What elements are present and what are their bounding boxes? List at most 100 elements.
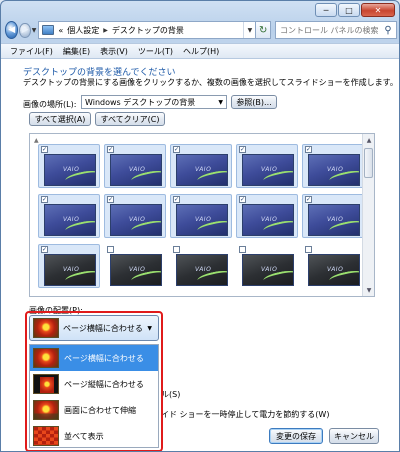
wallpaper-image: VAIO — [110, 254, 162, 286]
breadcrumb-chevron-icon[interactable]: ▶ — [103, 27, 108, 34]
minimize-button[interactable]: ─ — [315, 3, 337, 17]
control-panel-icon — [42, 25, 55, 35]
fill-preview-icon — [33, 318, 59, 338]
position-option-label: 並べて表示 — [64, 431, 104, 441]
thumbnail-checkbox[interactable] — [173, 246, 180, 253]
wallpaper-thumbnail[interactable]: ✓ VAIO — [38, 244, 100, 288]
position-selected-value: ページ横幅に合わせる — [63, 323, 143, 333]
wallpaper-image: VAIO — [176, 154, 228, 186]
vertical-scrollbar[interactable]: ▲ ▼ — [362, 134, 374, 296]
wallpaper-thumbnail[interactable]: VAIO — [104, 244, 166, 288]
location-select[interactable]: Windows デスクトップの背景 ▼ — [81, 95, 227, 109]
thumbnail-checkbox[interactable] — [305, 246, 312, 253]
back-button[interactable]: ◀ — [5, 21, 19, 39]
menu-bar: ファイル(F) 編集(E) 表示(V) ツール(T) ヘルプ(H) — [1, 43, 399, 59]
thumbnail-checkbox[interactable]: ✓ — [173, 196, 180, 203]
thumbnail-checkbox[interactable]: ✓ — [41, 246, 48, 253]
chevron-down-icon: ▼ — [218, 98, 223, 106]
menu-view[interactable]: 表示(V) — [95, 46, 133, 57]
wallpaper-thumbnail[interactable]: ✓ VAIO — [170, 194, 232, 238]
wallpaper-thumbnail[interactable]: ✓ VAIO — [38, 194, 100, 238]
scroll-down-icon[interactable]: ▼ — [363, 284, 374, 296]
thumbnail-checkbox[interactable]: ✓ — [305, 196, 312, 203]
wallpaper-image: VAIO — [242, 154, 294, 186]
location-value: Windows デスクトップの背景 — [85, 97, 196, 107]
thumbnail-checkbox[interactable] — [239, 246, 246, 253]
stretch-preview-icon — [33, 400, 59, 420]
content-area: デスクトップの背景を選んでください デスクトップの背景にする画像をクリックするか… — [1, 59, 399, 451]
chevron-down-icon: ▼ — [147, 324, 152, 332]
wallpaper-image: VAIO — [242, 254, 294, 286]
thumbnail-checkbox[interactable]: ✓ — [239, 146, 246, 153]
position-option-label: ページ縦幅に合わせる — [64, 379, 144, 389]
page-description: デスクトップの背景にする画像をクリックするか、複数の画像を選択してスライドショー… — [23, 78, 398, 87]
thumbnail-checkbox[interactable]: ✓ — [41, 196, 48, 203]
wallpaper-thumbnail[interactable]: VAIO — [170, 244, 232, 288]
search-input[interactable] — [280, 25, 380, 35]
cancel-button[interactable]: キャンセル — [329, 428, 379, 444]
address-bar[interactable]: « 個人設定 ▶ デスクトップの背景 ▼ — [38, 21, 257, 39]
wallpaper-thumbnail[interactable]: ✓ VAIO — [302, 194, 364, 238]
shuffle-option-fragment: ル(S) — [161, 390, 181, 399]
battery-option-fragment: イド ショーを一時停止して電力を節約する(W) — [161, 410, 330, 419]
position-option-tile[interactable]: 並べて表示 — [30, 423, 158, 449]
browse-button[interactable]: 参照(B)... — [231, 95, 277, 109]
wallpaper-image: VAIO — [44, 204, 96, 236]
window-controls: ─ □ ✕ — [315, 3, 395, 17]
search-box[interactable]: ⚲ — [275, 21, 397, 39]
wallpaper-image: VAIO — [176, 254, 228, 286]
thumbnail-checkbox[interactable]: ✓ — [107, 196, 114, 203]
menu-tools[interactable]: ツール(T) — [133, 46, 178, 57]
wallpaper-thumbnail[interactable]: ✓ VAIO — [236, 144, 298, 188]
clear-all-button[interactable]: すべてクリア(C) — [95, 112, 165, 126]
wallpaper-thumbnail[interactable]: VAIO — [236, 244, 298, 288]
wallpaper-thumbnail[interactable]: ✓ VAIO — [38, 144, 100, 188]
scroll-thumb[interactable] — [364, 148, 373, 178]
breadcrumb-desktop-background[interactable]: デスクトップの背景 — [112, 25, 184, 36]
address-overflow[interactable]: « — [58, 26, 63, 35]
select-all-button[interactable]: すべて選択(A) — [29, 112, 91, 126]
thumbnail-checkbox[interactable]: ✓ — [107, 146, 114, 153]
recent-pages-dropdown-icon[interactable]: ▼ — [32, 27, 37, 34]
thumbnail-checkbox[interactable]: ✓ — [239, 196, 246, 203]
fit-preview-icon — [33, 374, 59, 394]
thumbnail-checkbox[interactable]: ✓ — [173, 146, 180, 153]
position-option-stretch[interactable]: 画面に合わせて伸縮 — [30, 397, 158, 423]
wallpaper-image: VAIO — [110, 204, 162, 236]
wallpaper-thumbnail[interactable]: VAIO — [302, 244, 364, 288]
position-option-fill[interactable]: ページ横幅に合わせる — [30, 345, 158, 371]
maximize-button[interactable]: □ — [338, 3, 360, 17]
image-gallery: ▲ ✓ VAIO ✓ VAIO ✓ VAIO ✓ VAIO ✓ VAIO ✓ VAIO ✓ VAIO ✓ VA… — [29, 133, 375, 297]
forward-button[interactable]: ▶ — [19, 22, 31, 38]
save-changes-button[interactable]: 変更の保存 — [269, 428, 323, 444]
refresh-button[interactable]: ↻ — [256, 21, 271, 39]
position-dropdown-list: ページ横幅に合わせる ページ縦幅に合わせる 画面に合わせて伸縮 並べて表示 — [29, 344, 159, 448]
collapse-group-icon[interactable]: ▲ — [34, 137, 39, 144]
thumbnail-checkbox[interactable]: ✓ — [41, 146, 48, 153]
wallpaper-thumbnail[interactable]: ✓ VAIO — [302, 144, 364, 188]
wallpaper-image: VAIO — [44, 254, 96, 286]
thumbnail-checkbox[interactable] — [107, 246, 114, 253]
location-label: 画像の場所(L): — [23, 100, 77, 109]
wallpaper-image: VAIO — [176, 204, 228, 236]
wallpaper-thumbnail[interactable]: ✓ VAIO — [104, 194, 166, 238]
scroll-up-icon[interactable]: ▲ — [363, 134, 374, 146]
wallpaper-thumbnail[interactable]: ✓ VAIO — [170, 144, 232, 188]
wallpaper-thumbnail[interactable]: ✓ VAIO — [104, 144, 166, 188]
menu-file[interactable]: ファイル(F) — [5, 46, 58, 57]
address-dropdown-icon[interactable]: ▼ — [243, 22, 255, 38]
menu-edit[interactable]: 編集(E) — [58, 46, 95, 57]
thumbnail-checkbox[interactable]: ✓ — [305, 146, 312, 153]
menu-help[interactable]: ヘルプ(H) — [178, 46, 224, 57]
wallpaper-image: VAIO — [308, 254, 360, 286]
wallpaper-image: VAIO — [110, 154, 162, 186]
search-icon[interactable]: ⚲ — [380, 25, 396, 36]
window: ─ □ ✕ ◀ ▶ ▼ « 個人設定 ▶ デスクトップの背景 ▼ ↻ ⚲ ファイ… — [0, 0, 400, 452]
close-button[interactable]: ✕ — [361, 3, 395, 17]
breadcrumb-personalization[interactable]: 個人設定 — [67, 25, 99, 36]
position-option-fit[interactable]: ページ縦幅に合わせる — [30, 371, 158, 397]
position-select[interactable]: ページ横幅に合わせる ▼ — [29, 315, 159, 341]
position-option-label: 画面に合わせて伸縮 — [64, 405, 136, 415]
wallpaper-thumbnail[interactable]: ✓ VAIO — [236, 194, 298, 238]
position-option-label: ページ横幅に合わせる — [64, 353, 144, 363]
